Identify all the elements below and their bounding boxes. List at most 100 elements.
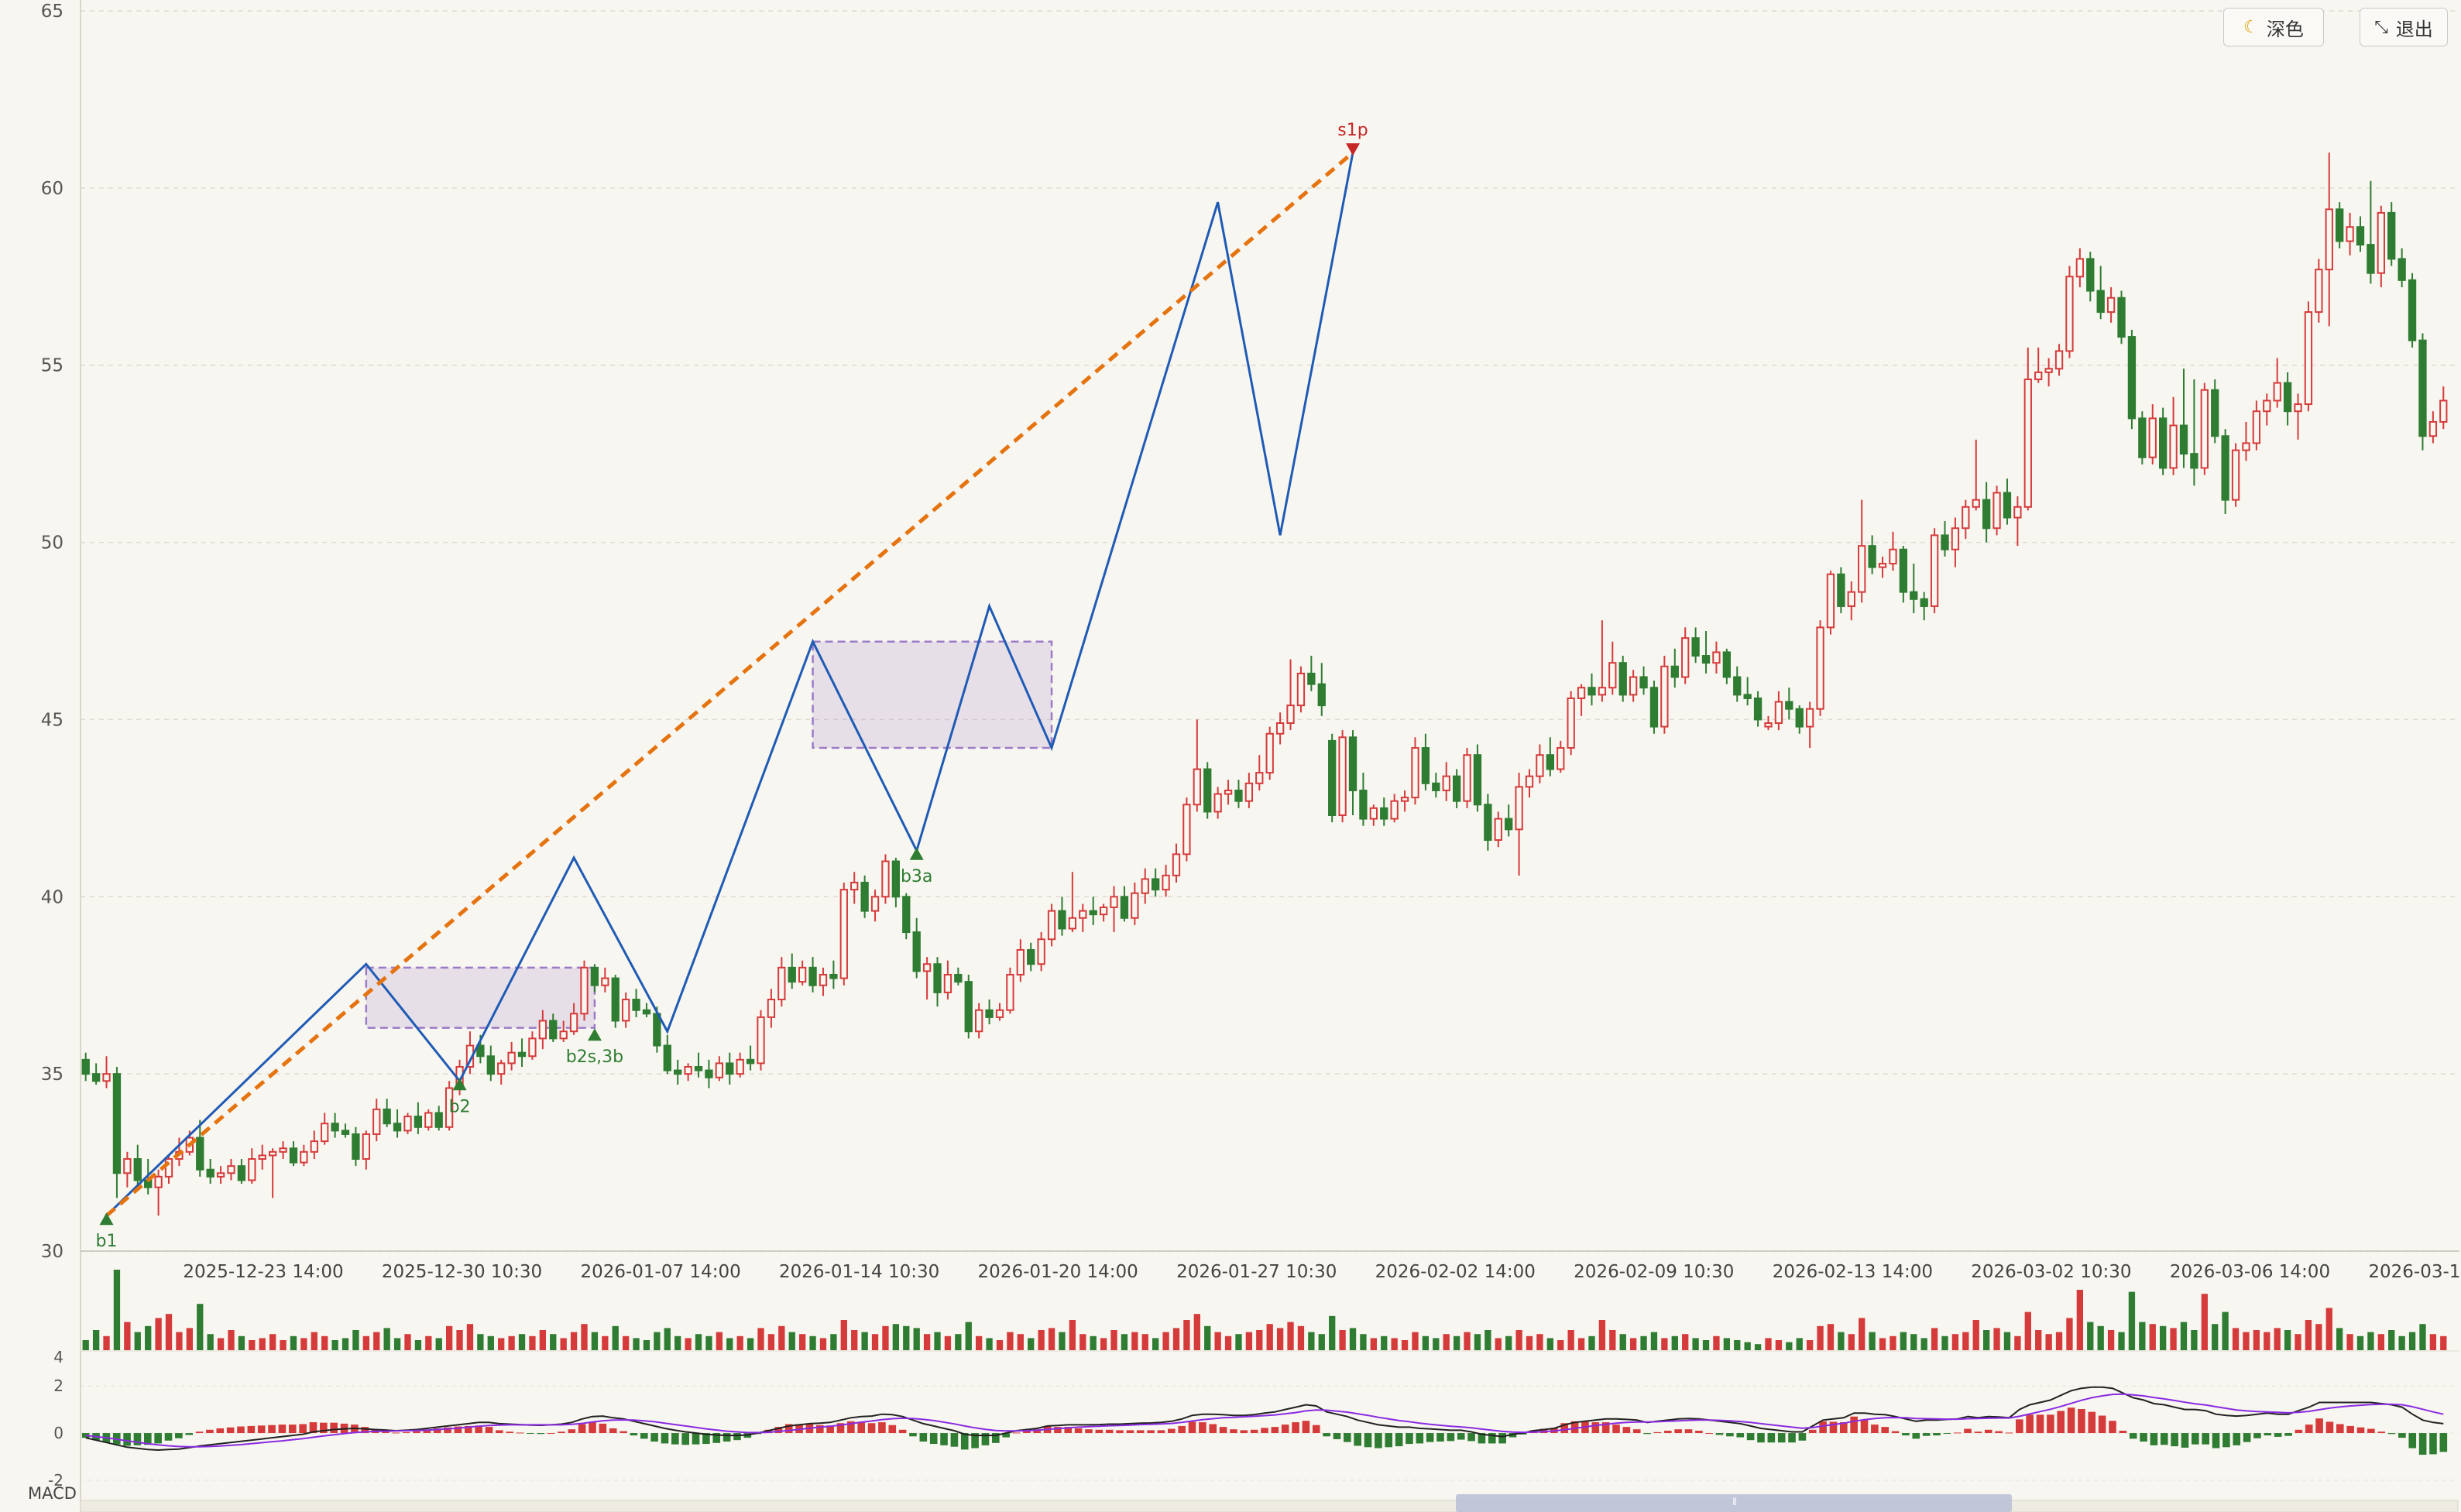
macd-bar	[1395, 1433, 1403, 1447]
candle-body	[237, 1165, 246, 1181]
volume-bar	[1702, 1340, 1710, 1350]
volume-bar	[197, 1304, 204, 1350]
candle-body	[1598, 687, 1607, 696]
volume-bar	[498, 1338, 505, 1350]
volume-bar	[352, 1330, 359, 1350]
macd-bar	[2367, 1428, 2375, 1434]
volume-bar	[2139, 1322, 2146, 1350]
macd-bar	[1643, 1433, 1651, 1435]
volume-bar	[1723, 1338, 1731, 1350]
macd-bar	[2264, 1433, 2272, 1436]
volume-bar	[155, 1318, 162, 1350]
macd-bar	[2202, 1433, 2209, 1445]
candle-body	[2356, 226, 2365, 246]
candle-body	[1390, 800, 1399, 820]
volume-bar	[1141, 1334, 1148, 1350]
candle-body	[497, 1062, 506, 1075]
sell-signal-marker	[1346, 143, 1361, 156]
volume-bar	[1993, 1328, 2000, 1350]
candle-body	[1567, 697, 1575, 749]
kline-chart[interactable]: b1b2b2s,3bb3as1p 65605550454035302025-12…	[0, 0, 2461, 1512]
macd-bar	[2284, 1433, 2292, 1436]
volume-bar	[1546, 1338, 1553, 1350]
candle-body	[1172, 853, 1181, 876]
scrollbar-track[interactable]	[80, 1500, 2459, 1512]
macd-bar	[609, 1428, 617, 1434]
exit-button[interactable]: ⤡ 退出	[2360, 8, 2448, 46]
candle-body	[819, 973, 828, 986]
volume-bar	[882, 1325, 889, 1350]
candle-body	[1224, 789, 1233, 795]
candle-body	[1629, 676, 1638, 696]
macd-bar	[888, 1425, 897, 1434]
macd-bar	[2088, 1411, 2096, 1434]
macd-bar	[195, 1431, 204, 1434]
volume-bar	[1048, 1328, 1055, 1350]
candle-body	[1930, 534, 1939, 607]
macd-bar	[2181, 1433, 2189, 1448]
buy-signal-label: b2	[449, 1097, 471, 1116]
candle-body	[206, 1168, 215, 1178]
candle-body	[705, 1069, 713, 1078]
macd-bar	[206, 1429, 214, 1434]
volume-bar	[2212, 1324, 2219, 1350]
volume-bar	[1796, 1338, 1803, 1350]
volume-bar	[1110, 1330, 1117, 1350]
macd-bar	[2253, 1433, 2261, 1438]
macd-bar	[1188, 1421, 1196, 1434]
macd-bar	[1147, 1430, 1155, 1434]
macd-bar	[1943, 1433, 1951, 1435]
volume-bar	[2118, 1332, 2125, 1350]
candle-body	[1515, 786, 1523, 831]
candle-body	[757, 1016, 765, 1065]
candle-body	[777, 966, 786, 1001]
time-tick-label: 2025-12-30 10:30	[382, 1262, 542, 1282]
volume-bar	[2160, 1325, 2167, 1350]
volume-bar	[664, 1328, 671, 1350]
volume-bar	[1526, 1335, 1533, 1350]
candle-body	[2096, 290, 2105, 314]
candle-body	[2159, 417, 2168, 469]
macd-bar	[1871, 1425, 1879, 1434]
scrollbar-grip-icon: ⦀	[1732, 1497, 1736, 1507]
volume-bar	[1848, 1334, 1855, 1350]
volume-bar	[1982, 1330, 1990, 1350]
volume-bar	[383, 1328, 390, 1350]
candle-body	[289, 1147, 298, 1164]
candle-body	[1369, 807, 1378, 820]
macd-bar	[671, 1433, 679, 1445]
macd-bar	[185, 1433, 194, 1435]
candle-body	[2013, 506, 2022, 519]
candle-body	[91, 1073, 101, 1082]
candle-body	[352, 1133, 360, 1160]
macd-bar	[2325, 1421, 2334, 1434]
candle-body	[1068, 917, 1077, 930]
volume-bar	[1131, 1332, 1138, 1350]
volume-bar	[685, 1338, 692, 1350]
macd-bar	[288, 1425, 297, 1434]
volume-bar	[2149, 1324, 2156, 1350]
macd-bar	[299, 1424, 307, 1434]
macd-bar	[1261, 1428, 1268, 1434]
macd-bar	[1312, 1425, 1320, 1434]
dark-mode-button[interactable]: ☾ 深色	[2223, 8, 2324, 46]
volume-bar	[2336, 1328, 2343, 1350]
volume-bar	[1121, 1334, 1128, 1350]
candle-body	[1505, 818, 1513, 831]
candle-body	[1296, 672, 1306, 707]
volume-bar	[1900, 1332, 1907, 1350]
volume-bar	[2128, 1291, 2136, 1350]
candle-body	[102, 1073, 111, 1082]
volume-bar	[788, 1332, 795, 1350]
macd-bar	[1168, 1428, 1176, 1434]
candle-body	[507, 1051, 516, 1065]
volume-bar	[591, 1332, 599, 1350]
macd-bar	[1219, 1427, 1227, 1434]
candle-body	[1712, 651, 1721, 664]
volume-bar	[2055, 1332, 2063, 1350]
volume-bar	[757, 1328, 764, 1350]
collapse-arrow-icon: ⤡	[2374, 17, 2388, 37]
candle-body	[1338, 736, 1347, 817]
candle-body	[1286, 705, 1295, 725]
candle-body	[133, 1157, 142, 1181]
